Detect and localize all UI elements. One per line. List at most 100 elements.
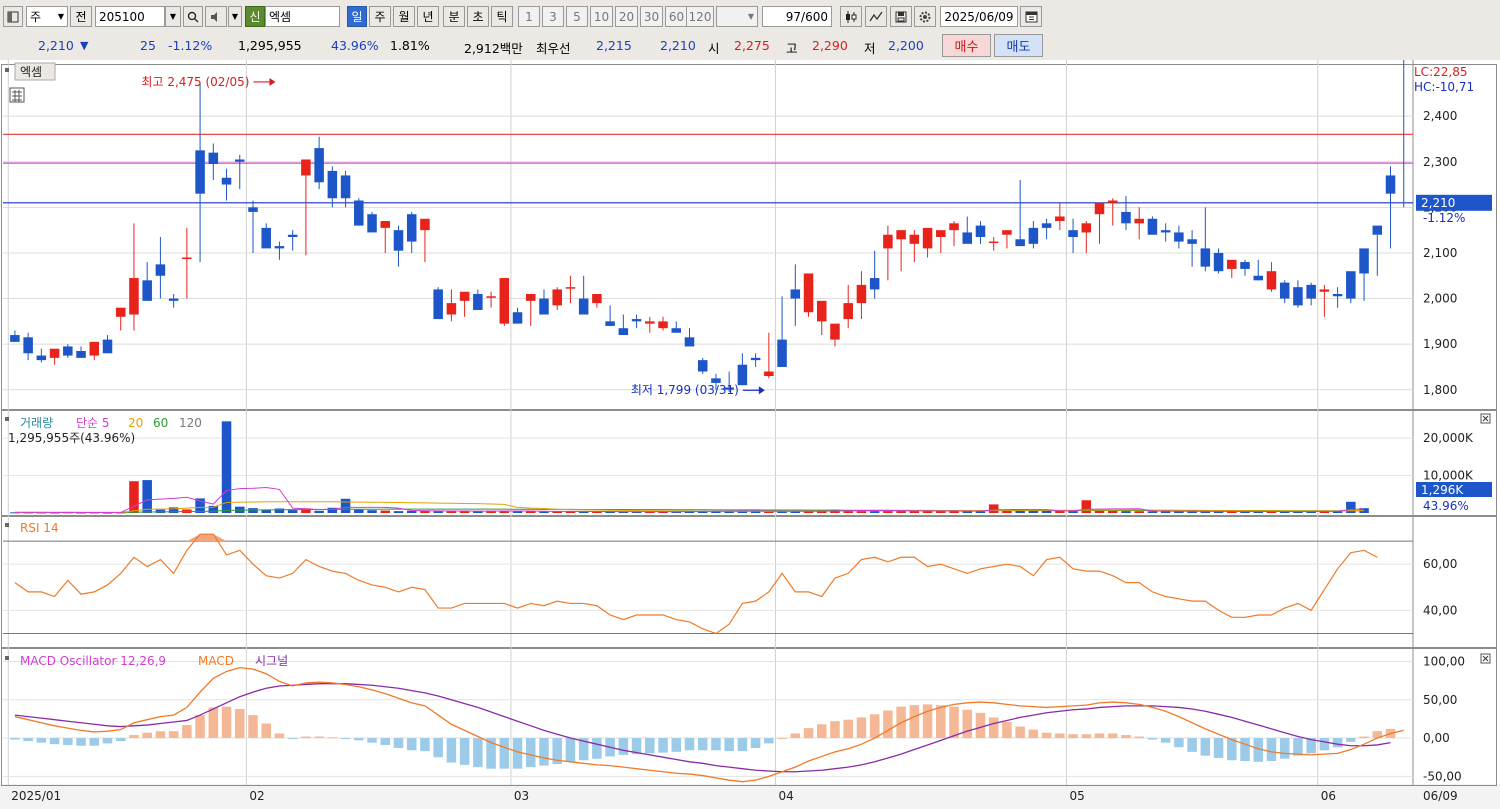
market-select[interactable]: 주 ▼ bbox=[26, 6, 68, 27]
volume-bar bbox=[539, 511, 549, 513]
search-icon[interactable] bbox=[183, 6, 203, 27]
last-price-tag-label: 2,210 bbox=[1421, 196, 1455, 210]
macd-oscillator-bar bbox=[988, 717, 999, 739]
macd-oscillator-bar bbox=[89, 738, 100, 746]
gear-icon[interactable] bbox=[914, 6, 936, 27]
candle-body bbox=[1306, 284, 1316, 299]
period-tick[interactable]: 틱 bbox=[491, 6, 513, 27]
macd-oscillator-bar bbox=[1121, 734, 1131, 739]
period-month[interactable]: 월 bbox=[393, 6, 415, 27]
macd-oscillator-bar bbox=[1293, 738, 1303, 756]
interval-30[interactable]: 30 bbox=[640, 6, 663, 27]
open-price: 2,275 bbox=[734, 38, 770, 53]
macd-oscillator-bar bbox=[1081, 734, 1092, 739]
count-field[interactable]: 97/600 bbox=[762, 6, 832, 27]
buy-button[interactable]: 매수 bbox=[942, 34, 991, 57]
macd-oscillator-bar bbox=[949, 706, 959, 739]
macd-oscillator-bar bbox=[1015, 726, 1025, 739]
date-input[interactable]: 2025/06/09 bbox=[940, 6, 1018, 27]
volume-bar bbox=[393, 511, 404, 513]
candle-body bbox=[1227, 259, 1237, 269]
candle-body bbox=[909, 234, 920, 244]
macd-oscillator-bar bbox=[1160, 738, 1171, 743]
prev-button[interactable]: 전 bbox=[70, 6, 92, 27]
chart-title: 엑셈 bbox=[20, 65, 42, 79]
price-tick-label: 1,800 bbox=[1423, 383, 1457, 397]
candle-body bbox=[1055, 216, 1065, 222]
macd-oscillator-bar bbox=[1200, 738, 1211, 756]
interval-5[interactable]: 5 bbox=[566, 6, 588, 27]
period-week[interactable]: 주 bbox=[369, 6, 391, 27]
code-input[interactable]: 205100 bbox=[95, 6, 165, 27]
volume-bar bbox=[155, 509, 166, 513]
macd-oscillator-bar bbox=[393, 738, 404, 749]
stock-chart[interactable]: 2025/01020304050606/092,4002,3002,2002,1… bbox=[0, 60, 1500, 809]
candle-type-icon[interactable] bbox=[840, 6, 862, 27]
hc-label: HC:-10,71 bbox=[1414, 80, 1474, 94]
macd-oscillator-bar bbox=[803, 728, 814, 739]
macd-tick-label: 100,00 bbox=[1423, 654, 1465, 668]
interval-select[interactable]: ▼ bbox=[716, 6, 758, 27]
volume-ma20-label: 20 bbox=[128, 416, 143, 430]
candle-body bbox=[565, 287, 576, 289]
candle-body bbox=[1279, 282, 1290, 299]
macd-oscillator-bar bbox=[1147, 738, 1158, 740]
macd-oscillator-bar bbox=[473, 738, 483, 768]
macd-oscillator-bar bbox=[274, 733, 285, 739]
interval-10[interactable]: 10 bbox=[590, 6, 613, 27]
candle-body bbox=[684, 337, 695, 347]
chevron-down-icon[interactable]: ▼ bbox=[165, 6, 181, 27]
turnover: 1.81% bbox=[390, 38, 430, 53]
candle-body bbox=[49, 348, 60, 358]
period-day[interactable]: 일 bbox=[347, 6, 367, 27]
macd-oscillator-bar bbox=[1332, 738, 1343, 748]
trade-amount: 2,912백만 bbox=[464, 41, 523, 56]
volume-bar bbox=[1028, 510, 1039, 513]
macd-oscillator-bar bbox=[1041, 732, 1052, 739]
save-icon[interactable] bbox=[890, 6, 912, 27]
macd-oscillator-bar bbox=[327, 737, 338, 739]
candle-body bbox=[287, 234, 298, 237]
macd-oscillator-bar bbox=[869, 714, 880, 739]
candle-body bbox=[856, 284, 867, 304]
macd-oscillator-bar bbox=[525, 738, 536, 768]
price-tick-label: 2,100 bbox=[1423, 246, 1457, 260]
candle-body bbox=[1372, 225, 1383, 235]
interval-3[interactable]: 3 bbox=[542, 6, 564, 27]
period-second[interactable]: 초 bbox=[467, 6, 489, 27]
candle-body bbox=[1346, 271, 1356, 299]
interval-20[interactable]: 20 bbox=[615, 6, 638, 27]
price-tick-label: 2,300 bbox=[1423, 155, 1457, 169]
candle-body bbox=[1107, 200, 1118, 203]
speaker-icon[interactable] bbox=[205, 6, 227, 27]
macd-oscillator-bar bbox=[433, 738, 443, 758]
macd-oscillator-bar bbox=[565, 738, 576, 762]
macd-oscillator-bar bbox=[909, 705, 920, 739]
volume-bar bbox=[287, 510, 298, 513]
macd-oscillator-bar bbox=[182, 725, 192, 739]
candle-body bbox=[274, 246, 285, 249]
sell-button[interactable]: 매도 bbox=[994, 34, 1043, 57]
candle-body bbox=[1134, 218, 1144, 224]
candle-body bbox=[1068, 230, 1078, 237]
chevron-down-icon[interactable]: ▼ bbox=[228, 6, 242, 27]
macd-oscillator-bar bbox=[697, 738, 708, 751]
volume-bar bbox=[406, 510, 417, 513]
count-max: /600 bbox=[801, 9, 828, 24]
candle-body bbox=[1253, 275, 1264, 281]
open-label: 시 bbox=[708, 41, 720, 56]
candle-body bbox=[803, 273, 814, 313]
volume-bar bbox=[380, 510, 391, 513]
macd-oscillator-bar bbox=[777, 738, 787, 740]
x-axis-area bbox=[0, 784, 1500, 809]
interval-1[interactable]: 1 bbox=[518, 6, 540, 27]
calendar-icon[interactable] bbox=[1020, 6, 1042, 27]
volume-ma-label: 단순 5 bbox=[76, 416, 110, 430]
line-type-icon[interactable] bbox=[865, 6, 887, 27]
interval-120[interactable]: 120 bbox=[686, 6, 714, 27]
period-year[interactable]: 년 bbox=[417, 6, 439, 27]
volume-info: 1,295,955주(43.96%) bbox=[8, 431, 135, 445]
layout-icon[interactable] bbox=[3, 6, 23, 27]
interval-60[interactable]: 60 bbox=[665, 6, 688, 27]
period-minute[interactable]: 분 bbox=[443, 6, 465, 27]
